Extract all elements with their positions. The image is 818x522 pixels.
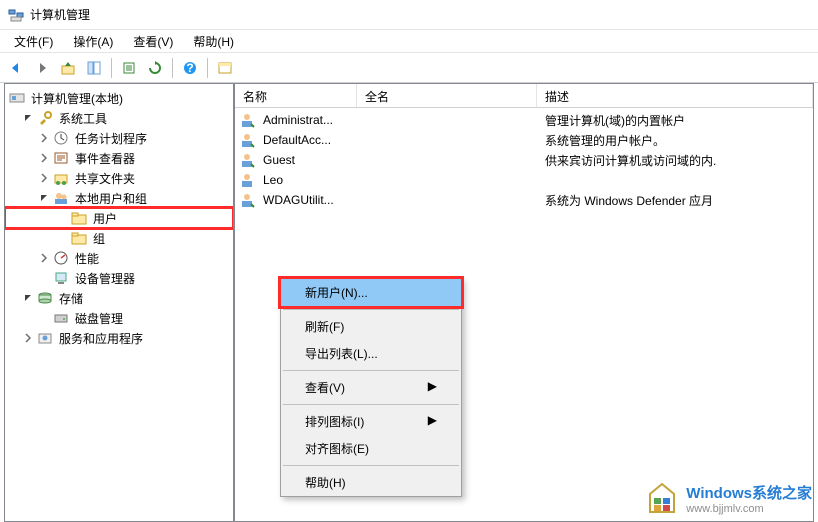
user-icon	[235, 192, 255, 208]
watermark-url: www.bjjmlv.com	[686, 503, 812, 515]
list-item[interactable]: DefaultAcc... 系统管理的用户帐户。	[235, 130, 813, 150]
list-item[interactable]: Leo	[235, 170, 813, 190]
storage-icon	[37, 290, 53, 306]
tree-event-viewer[interactable]: 事件查看器	[5, 148, 233, 168]
menu-arrange-icons[interactable]: 排列图标(I)▶	[281, 408, 461, 435]
watermark: Windows系统之家 www.bjjmlv.com	[644, 480, 812, 516]
col-fullname[interactable]: 全名	[357, 84, 537, 107]
tree-panel[interactable]: 计算机管理(本地) 系统工具 任务计划程序	[5, 84, 235, 521]
menu-align-icons[interactable]: 对齐图标(E)	[281, 435, 461, 462]
menu-separator	[283, 309, 459, 310]
export-button[interactable]	[117, 56, 141, 80]
user-icon	[235, 172, 255, 188]
col-description[interactable]: 描述	[537, 84, 813, 107]
disk-icon	[53, 310, 69, 326]
event-icon	[53, 150, 69, 166]
device-icon	[53, 270, 69, 286]
view-pane-button[interactable]	[213, 56, 237, 80]
tree-storage[interactable]: 存储	[5, 288, 233, 308]
list-item[interactable]: Administrat... 管理计算机(域)的内置帐户	[235, 110, 813, 130]
mmc-icon	[9, 90, 25, 106]
caret-collapsed-icon[interactable]	[37, 171, 51, 185]
refresh-button[interactable]	[143, 56, 167, 80]
tree-groups[interactable]: 组	[5, 228, 233, 248]
menubar: 文件(F) 操作(A) 查看(V) 帮助(H)	[0, 30, 818, 53]
window-title: 计算机管理	[30, 6, 90, 23]
app-icon	[8, 7, 24, 23]
caret-collapsed-icon[interactable]	[21, 331, 35, 345]
tree-task-scheduler[interactable]: 任务计划程序	[5, 128, 233, 148]
toolbar-separator	[172, 58, 173, 78]
services-icon	[37, 330, 53, 346]
menu-help[interactable]: 帮助(H)	[281, 469, 461, 496]
folder-icon	[71, 230, 87, 246]
titlebar: 计算机管理	[0, 0, 818, 30]
tree-root[interactable]: 计算机管理(本地)	[5, 88, 233, 108]
list-item[interactable]: Guest 供来宾访问计算机或访问域的内.	[235, 150, 813, 170]
caret-expanded-icon[interactable]	[37, 191, 51, 205]
caret-collapsed-icon[interactable]	[37, 131, 51, 145]
submenu-arrow-icon: ▶	[428, 413, 437, 427]
toolbar-separator	[207, 58, 208, 78]
shared-folder-icon	[53, 170, 69, 186]
watermark-brand: Windows系统之家	[686, 482, 812, 503]
toolbar: ?	[0, 53, 818, 83]
tree-shared-folders[interactable]: 共享文件夹	[5, 168, 233, 188]
up-button[interactable]	[56, 56, 80, 80]
menu-refresh[interactable]: 刷新(F)	[281, 313, 461, 340]
svg-text:?: ?	[186, 61, 193, 75]
tree-device-manager[interactable]: 设备管理器	[5, 268, 233, 288]
tree-performance[interactable]: 性能	[5, 248, 233, 268]
help-button[interactable]: ?	[178, 56, 202, 80]
tree-disk-management[interactable]: 磁盘管理	[5, 308, 233, 328]
caret-expanded-icon[interactable]	[21, 111, 35, 125]
menu-help[interactable]: 帮助(H)	[183, 31, 244, 52]
forward-button[interactable]	[30, 56, 54, 80]
menu-file[interactable]: 文件(F)	[4, 31, 63, 52]
user-icon	[235, 152, 255, 168]
tree-local-users-groups[interactable]: 本地用户和组	[5, 188, 233, 208]
list-item[interactable]: WDAGUtilit... 系统为 Windows Defender 应月	[235, 190, 813, 210]
submenu-arrow-icon: ▶	[428, 379, 437, 393]
menu-new-user[interactable]: 新用户(N)...	[281, 279, 461, 306]
tools-icon	[37, 110, 53, 126]
user-icon	[235, 132, 255, 148]
performance-icon	[53, 250, 69, 266]
tree-services-apps[interactable]: 服务和应用程序	[5, 328, 233, 348]
menu-separator	[283, 465, 459, 466]
menu-action[interactable]: 操作(A)	[63, 31, 123, 52]
list-body: Administrat... 管理计算机(域)的内置帐户 DefaultAcc.…	[235, 108, 813, 212]
menu-view[interactable]: 查看(V)▶	[281, 374, 461, 401]
watermark-logo-icon	[644, 480, 680, 516]
show-hide-tree-button[interactable]	[82, 56, 106, 80]
clock-icon	[53, 130, 69, 146]
toolbar-separator	[111, 58, 112, 78]
tree-system-tools[interactable]: 系统工具	[5, 108, 233, 128]
tree-users[interactable]: 用户	[5, 208, 233, 228]
users-groups-icon	[53, 190, 69, 206]
context-menu: 新用户(N)... 刷新(F) 导出列表(L)... 查看(V)▶ 排列图标(I…	[280, 278, 462, 497]
caret-collapsed-icon[interactable]	[37, 151, 51, 165]
menu-separator	[283, 404, 459, 405]
folder-icon	[71, 210, 87, 226]
menu-separator	[283, 370, 459, 371]
caret-collapsed-icon[interactable]	[37, 251, 51, 265]
col-name[interactable]: 名称	[235, 84, 357, 107]
caret-expanded-icon[interactable]	[21, 291, 35, 305]
list-header: 名称 全名 描述	[235, 84, 813, 108]
user-icon	[235, 112, 255, 128]
menu-view[interactable]: 查看(V)	[123, 31, 183, 52]
back-button[interactable]	[4, 56, 28, 80]
menu-export-list[interactable]: 导出列表(L)...	[281, 340, 461, 367]
